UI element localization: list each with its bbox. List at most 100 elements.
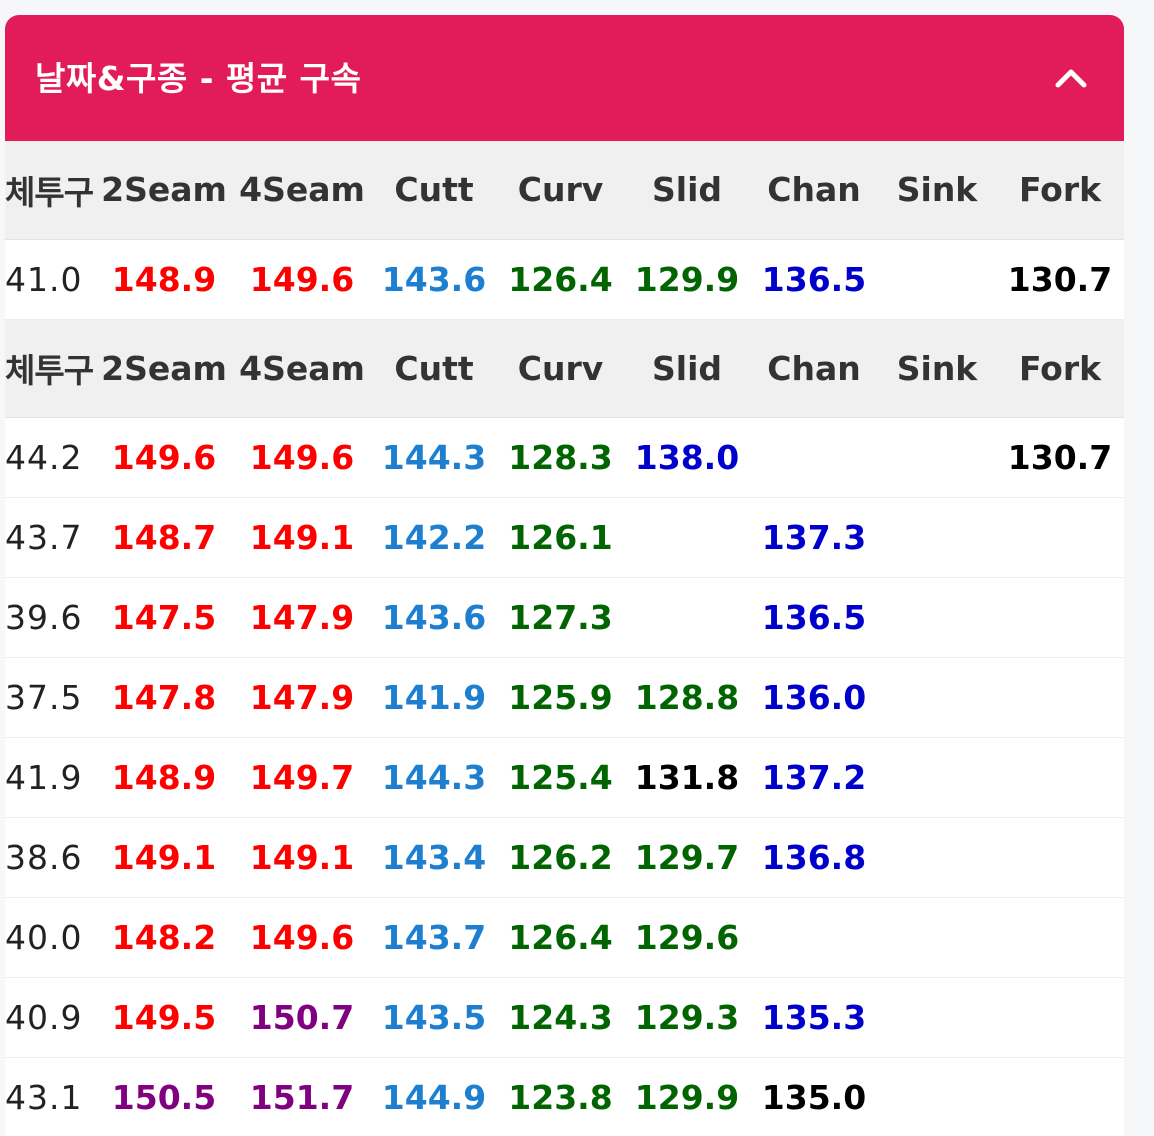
card-header[interactable]: 날짜&구종 - 평균 구속 [5,15,1124,141]
column-header-fork[interactable]: Fork [996,141,1124,240]
table-row: 44.2 149.6 149.6 144.3 128.3 138.0 130.7 [5,417,1124,498]
velocity-table: 체투구 2Seam 4Seam Cutt Curv Slid Chan Sink Fork 41.… [5,141,1124,320]
cell-chan: 136.5 [750,239,878,320]
cell-cutt: 144.3 [371,417,497,498]
column-header-4seam[interactable]: 4Seam [233,319,371,418]
cell-curv: 125.9 [497,657,624,738]
table-row: 40.0 148.2 149.6 143.7 126.4 129.6 [5,897,1124,978]
cell-2seam: 149.6 [95,417,233,498]
cell-4seam: 149.6 [233,417,371,498]
table-row: 41.9 148.9 149.7 144.3 125.4 131.8 137.2 [5,737,1124,818]
table-row: 38.6 149.1 149.1 143.4 126.2 129.7 136.8 [5,817,1124,898]
table-row: 43.7 148.7 149.1 142.2 126.1 137.3 [5,497,1124,578]
table-row: 43.1 150.5 151.7 144.9 123.8 129.9 135.0 [5,1057,1124,1136]
cell-chan: 135.3 [750,977,878,1058]
cell-cutt: 143.7 [371,897,497,978]
cell-fork [996,897,1124,978]
column-header-slid[interactable]: Slid [624,319,750,418]
cell-fork: 130.7 [996,239,1124,320]
cell-total: 43.1 [5,1057,95,1136]
column-header-total[interactable]: 체투구 [5,319,95,418]
cell-fork [996,737,1124,818]
cell-2seam: 149.1 [95,817,233,898]
cell-4seam: 149.1 [233,817,371,898]
cell-curv: 126.2 [497,817,624,898]
cell-slid [624,497,750,578]
cell-2seam: 148.9 [95,239,233,320]
cell-total: 37.5 [5,657,95,738]
cell-2seam: 148.2 [95,897,233,978]
cell-sink [878,817,996,898]
cell-total: 39.6 [5,577,95,658]
collapse-button[interactable] [1046,53,1096,103]
cell-sink [878,657,996,738]
cell-fork [996,1057,1124,1136]
cell-chan: 135.0 [750,1057,878,1136]
column-header-fork[interactable]: Fork [996,319,1124,418]
column-header-curv[interactable]: Curv [497,319,624,418]
cell-sink [878,897,996,978]
cell-slid: 131.8 [624,737,750,818]
cell-sink [878,497,996,578]
column-header-2seam[interactable]: 2Seam [95,141,233,240]
cell-curv: 126.4 [497,897,624,978]
column-header-chan[interactable]: Chan [750,141,878,240]
cell-curv: 126.1 [497,497,624,578]
cell-sink [878,239,996,320]
table-row: 37.5 147.8 147.9 141.9 125.9 128.8 136.0 [5,657,1124,738]
cell-sink [878,1057,996,1136]
cell-cutt: 143.6 [371,239,497,320]
column-header-slid[interactable]: Slid [624,141,750,240]
cell-chan: 137.3 [750,497,878,578]
column-header-total[interactable]: 체투구 [5,141,95,240]
cell-chan [750,897,878,978]
table-row: 41.0 148.9 149.6 143.6 126.4 129.9 136.5 130.7 [5,239,1124,320]
cell-total: 41.9 [5,737,95,818]
cell-4seam: 149.6 [233,239,371,320]
column-header-chan[interactable]: Chan [750,319,878,418]
cell-slid: 129.9 [624,239,750,320]
cell-4seam: 147.9 [233,577,371,658]
cell-slid: 129.9 [624,1057,750,1136]
column-header-4seam[interactable]: 4Seam [233,141,371,240]
cell-cutt: 143.4 [371,817,497,898]
cell-chan: 136.0 [750,657,878,738]
column-header-curv[interactable]: Curv [497,141,624,240]
cell-total: 40.9 [5,977,95,1058]
cell-4seam: 147.9 [233,657,371,738]
cell-slid: 129.6 [624,897,750,978]
chevron-up-icon [1055,69,1087,88]
column-header-cutt[interactable]: Cutt [371,319,497,418]
cell-2seam: 149.5 [95,977,233,1058]
cell-total: 41.0 [5,239,95,320]
cell-2seam: 147.5 [95,577,233,658]
cell-fork [996,817,1124,898]
column-header-cutt[interactable]: Cutt [371,141,497,240]
table-row: 40.9 149.5 150.7 143.5 124.3 129.3 135.3 [5,977,1124,1058]
cell-cutt: 143.6 [371,577,497,658]
cell-2seam: 148.9 [95,737,233,818]
cell-fork [996,577,1124,658]
cell-slid: 129.7 [624,817,750,898]
cell-cutt: 144.3 [371,737,497,818]
cell-2seam: 147.8 [95,657,233,738]
table-header-row: 체투구 2Seam 4Seam Cutt Curv Slid Chan Sink Fork [5,319,1124,418]
cell-2seam: 150.5 [95,1057,233,1136]
column-header-sink[interactable]: Sink [878,141,996,240]
cell-fork [996,497,1124,578]
cell-chan [750,417,878,498]
cell-slid: 129.3 [624,977,750,1058]
cell-cutt: 143.5 [371,977,497,1058]
cell-slid: 128.8 [624,657,750,738]
cell-slid [624,577,750,658]
column-header-sink[interactable]: Sink [878,319,996,418]
cell-fork [996,977,1124,1058]
cell-total: 40.0 [5,897,95,978]
cell-fork [996,657,1124,738]
cell-slid: 138.0 [624,417,750,498]
cell-4seam: 151.7 [233,1057,371,1136]
cell-curv: 126.4 [497,239,624,320]
cell-sink [878,417,996,498]
column-header-2seam[interactable]: 2Seam [95,319,233,418]
velocity-table: 체투구 2Seam 4Seam Cutt Curv Slid Chan Sink Fork 44.… [5,319,1124,1136]
